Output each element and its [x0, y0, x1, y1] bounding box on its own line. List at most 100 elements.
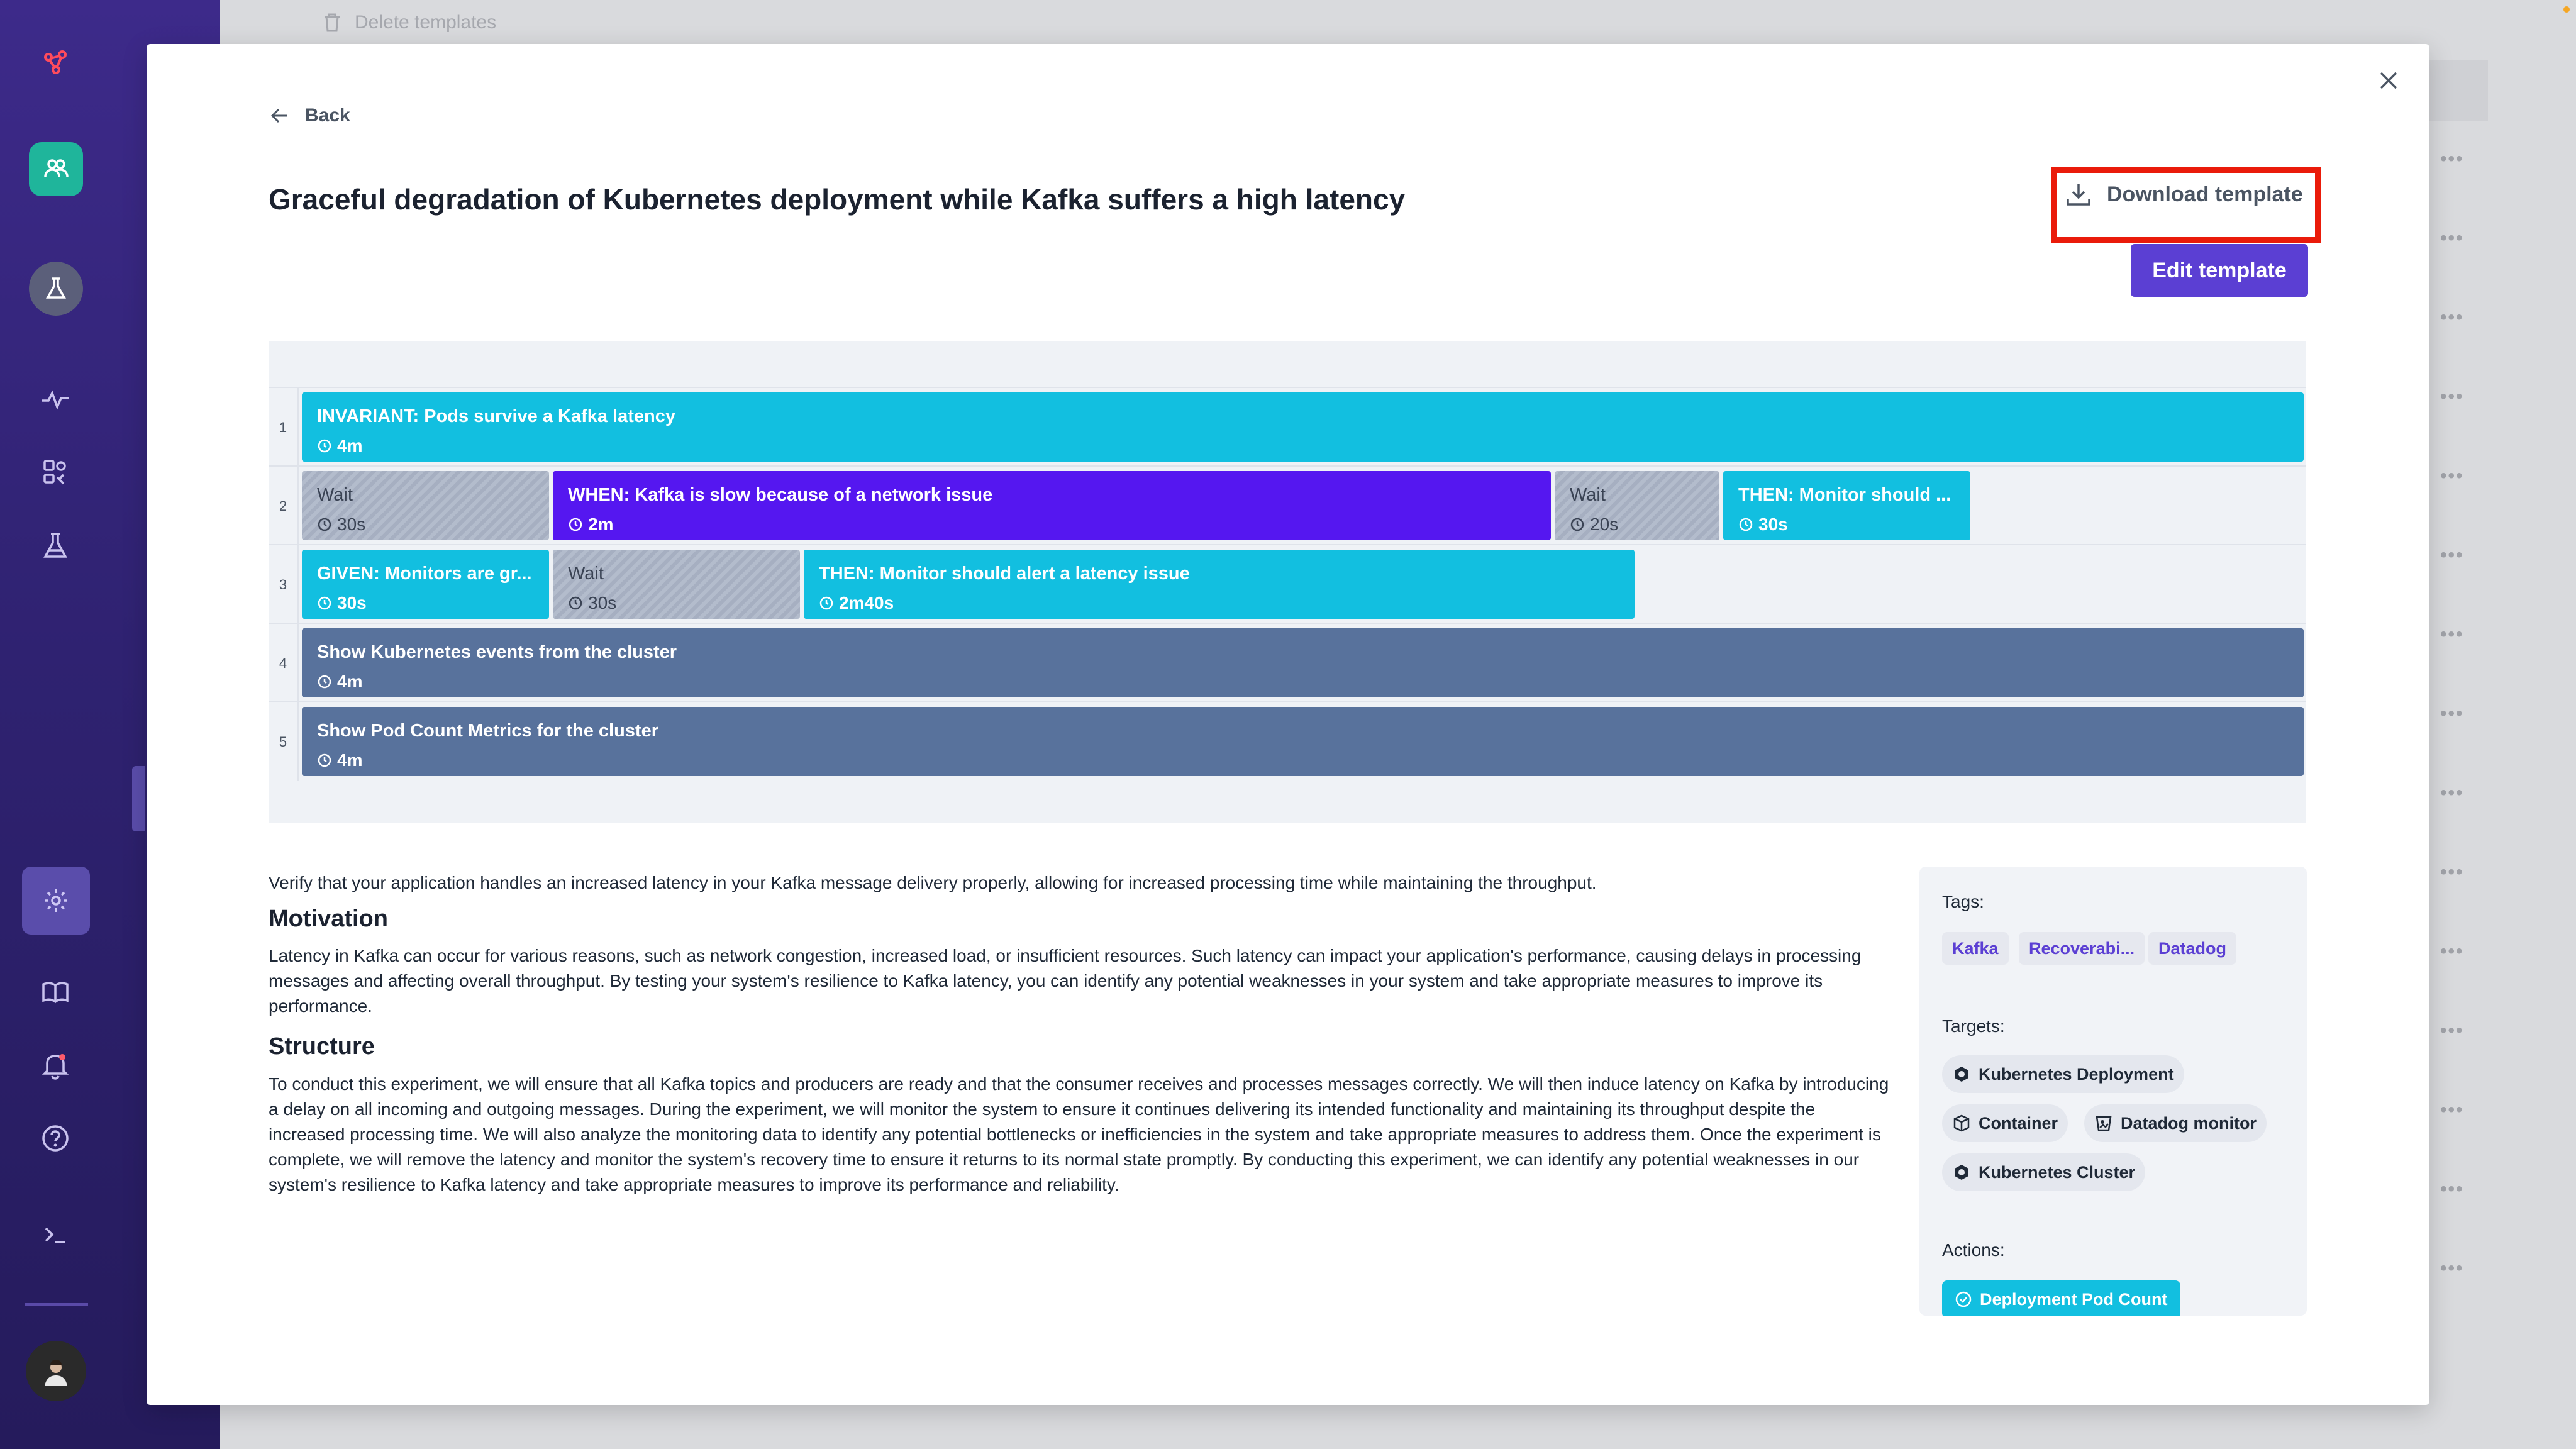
download-template-button[interactable]: Download template: [2064, 180, 2303, 209]
row-menu-button[interactable]: •••: [2440, 862, 2464, 883]
row-menu-button[interactable]: •••: [2440, 624, 2464, 645]
help-icon[interactable]: [38, 1121, 73, 1156]
target-datadog-monitor[interactable]: Datadog monitor: [2084, 1104, 2267, 1142]
trash-icon: [325, 13, 340, 32]
settings-icon[interactable]: [22, 867, 90, 935]
kubernetes-icon: [1955, 1067, 1968, 1082]
datadog-icon: [2096, 1116, 2112, 1131]
step-title: INVARIANT: Pods survive a Kafka latency: [317, 406, 675, 426]
step-duration: 30s: [317, 593, 534, 613]
structure-heading: Structure: [269, 1033, 375, 1060]
activity-icon[interactable]: [38, 382, 73, 418]
actions-label: Actions:: [1942, 1240, 2005, 1260]
step-duration: 30s: [317, 514, 534, 535]
row-menu-button[interactable]: •••: [2440, 545, 2464, 566]
timeline-step[interactable]: GIVEN: Monitors are gr... 30s: [302, 550, 549, 619]
back-link[interactable]: Back: [269, 104, 350, 127]
row-menu-button[interactable]: •••: [2440, 703, 2464, 724]
step-duration: 30s: [1738, 514, 1955, 535]
check-circle-icon: [1955, 1291, 1972, 1307]
motivation-heading: Motivation: [269, 906, 388, 932]
lab-icon[interactable]: [29, 262, 83, 316]
step-duration-value: 30s: [337, 514, 366, 534]
arrow-left-icon: [270, 108, 287, 123]
timeline-step[interactable]: WHEN: Kafka is slow because of a network…: [553, 471, 1551, 540]
avatar[interactable]: [26, 1341, 86, 1401]
notifications-icon[interactable]: [38, 1048, 73, 1083]
close-button[interactable]: [2370, 62, 2407, 99]
timeline-wait-step[interactable]: Wait 30s: [302, 471, 549, 540]
timeline-step[interactable]: Show Pod Count Metrics for the cluster 4…: [302, 707, 2304, 776]
step-title: THEN: Monitor should ...: [1738, 485, 1951, 505]
row-menu-button[interactable]: •••: [2440, 386, 2464, 408]
clock-icon: [318, 675, 331, 689]
timeline-wait-step[interactable]: Wait 30s: [553, 550, 800, 619]
lane-number: 2: [269, 467, 299, 545]
timeline-step[interactable]: Show Kubernetes events from the cluster …: [302, 628, 2304, 697]
step-title: Show Kubernetes events from the cluster: [317, 642, 677, 662]
row-menu-button[interactable]: •••: [2440, 1020, 2464, 1041]
target-label: Kubernetes Deployment: [1979, 1064, 2174, 1084]
row-menu-button[interactable]: •••: [2440, 941, 2464, 962]
row-menu-button[interactable]: •••: [2440, 782, 2464, 804]
page-title: Graceful degradation of Kubernetes deplo…: [269, 183, 1406, 216]
step-duration-value: 4m: [337, 436, 363, 455]
edit-template-button[interactable]: Edit template: [2131, 244, 2308, 297]
target-kubernetes-deployment[interactable]: Kubernetes Deployment: [1942, 1055, 2184, 1093]
experiment-timeline: 1 INVARIANT: Pods survive a Kafka latenc…: [269, 341, 2306, 823]
back-label: Back: [305, 105, 350, 126]
timeline-step[interactable]: INVARIANT: Pods survive a Kafka latency …: [302, 392, 2304, 462]
row-menu-button[interactable]: •••: [2440, 228, 2464, 249]
clock-icon: [1739, 518, 1753, 531]
step-title: Wait: [568, 564, 604, 584]
target-label: Kubernetes Cluster: [1979, 1162, 2136, 1182]
step-duration-value: 30s: [1758, 514, 1788, 534]
motivation-text: Latency in Kafka can occur for various r…: [269, 946, 1862, 1016]
step-duration-value: 2m: [588, 514, 614, 534]
timeline-wait-step[interactable]: Wait 20s: [1555, 471, 1719, 540]
tag-datadog[interactable]: Datadog: [2148, 932, 2236, 965]
docs-icon[interactable]: [38, 975, 73, 1010]
step-duration-value: 30s: [337, 593, 367, 613]
step-title: Wait: [317, 485, 353, 505]
step-duration: 2m: [568, 514, 1536, 535]
action-deployment-pod-count[interactable]: Deployment Pod Count: [1942, 1280, 2180, 1316]
teams-icon[interactable]: [29, 142, 83, 196]
background-table-header: [2428, 60, 2488, 121]
timeline-step[interactable]: THEN: Monitor should ... 30s: [1723, 471, 1970, 540]
logo-icon[interactable]: [38, 45, 73, 80]
download-icon: [2067, 184, 2090, 206]
row-menu-button[interactable]: •••: [2440, 1099, 2464, 1121]
step-duration: 4m: [317, 672, 2289, 692]
clock-icon: [819, 596, 833, 610]
target-container[interactable]: Container: [1942, 1104, 2068, 1142]
row-menu-button[interactable]: •••: [2440, 1179, 2464, 1200]
row-menu-button[interactable]: •••: [2440, 148, 2464, 170]
row-menu-button[interactable]: •••: [2440, 1258, 2464, 1279]
timeline-step[interactable]: THEN: Monitor should alert a latency iss…: [804, 550, 1635, 619]
experiments-icon[interactable]: [38, 528, 73, 564]
row-menu-button[interactable]: •••: [2440, 307, 2464, 328]
sidebar-collapse-handle[interactable]: [132, 766, 145, 831]
discovery-icon[interactable]: [38, 454, 73, 489]
tag-recoverability[interactable]: Recoverabi...: [2019, 932, 2145, 965]
step-title: THEN: Monitor should alert a latency iss…: [819, 564, 1190, 584]
target-kubernetes-cluster[interactable]: Kubernetes Cluster: [1942, 1153, 2146, 1191]
clock-icon: [318, 753, 331, 767]
step-duration: 2m40s: [819, 593, 1619, 613]
step-title: GIVEN: Monitors are gr...: [317, 564, 532, 584]
close-icon: [2380, 72, 2397, 89]
sidebar-divider: [25, 1303, 88, 1306]
download-template-label: Download template: [2107, 182, 2303, 206]
delete-templates-label: Delete templates: [355, 12, 497, 33]
target-label: Container: [1979, 1113, 2058, 1133]
step-duration-value: 4m: [337, 750, 363, 770]
terminal-icon[interactable]: [38, 1218, 73, 1253]
clock-icon: [318, 518, 331, 531]
tag-kafka[interactable]: Kafka: [1942, 932, 2009, 965]
step-duration-value: 4m: [337, 672, 363, 691]
clock-icon: [318, 596, 331, 610]
delete-templates-button[interactable]: Delete templates: [321, 11, 496, 34]
row-menu-button[interactable]: •••: [2440, 465, 2464, 487]
targets-label: Targets:: [1942, 1016, 2005, 1036]
